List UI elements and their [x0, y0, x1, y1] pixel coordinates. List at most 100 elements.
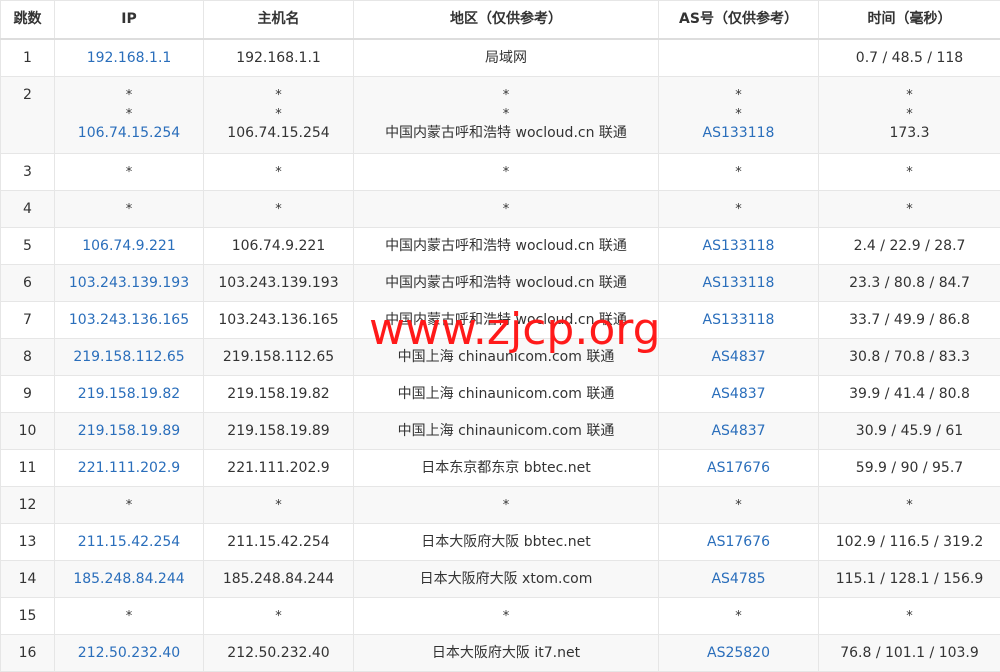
as-cell: AS133118	[659, 264, 819, 301]
time-text: *	[819, 163, 1000, 182]
time-cell: 76.8 / 101.1 / 103.9	[819, 634, 1000, 671]
region-cell: 日本大阪府大阪 xtom.com	[354, 560, 659, 597]
hostname-cell: 103.243.136.165	[204, 301, 354, 338]
hostname-cell: *	[204, 190, 354, 227]
region-text: *	[354, 496, 658, 515]
ip-cell: *	[55, 486, 204, 523]
time-text: 2.4 / 22.9 / 28.7	[819, 237, 1000, 256]
hop-cell: 2	[1, 76, 55, 153]
table-row: 13211.15.42.254211.15.42.254日本大阪府大阪 bbte…	[1, 523, 1000, 560]
hop-cell: 11	[1, 449, 55, 486]
region-cell: 中国内蒙古呼和浩特 wocloud.cn 联通	[354, 227, 659, 264]
table-row: 10219.158.19.89219.158.19.89中国上海 chinaun…	[1, 412, 1000, 449]
as-cell: *	[659, 190, 819, 227]
hop-cell: 12	[1, 486, 55, 523]
host-text: *	[204, 200, 353, 219]
time-text: 30.8 / 70.8 / 83.3	[819, 348, 1000, 367]
region-text: *	[354, 163, 658, 182]
as-link[interactable]: AS4785	[659, 570, 818, 589]
time-text: 115.1 / 128.1 / 156.9	[819, 570, 1000, 589]
as-link[interactable]: AS133118	[659, 274, 818, 293]
time-text: 39.9 / 41.4 / 80.8	[819, 385, 1000, 404]
as-link[interactable]: AS17676	[659, 533, 818, 552]
region-text: 日本大阪府大阪 bbtec.net	[354, 533, 658, 552]
ip-link[interactable]: 185.248.84.244	[55, 570, 203, 589]
header-ip: IP	[55, 1, 204, 40]
ip-link[interactable]: 106.74.9.221	[55, 237, 203, 256]
hostname-cell: 219.158.19.89	[204, 412, 354, 449]
as-cell: AS4837	[659, 338, 819, 375]
as-link[interactable]: AS133118	[659, 237, 818, 256]
as-text: *	[659, 105, 818, 124]
ip-link[interactable]: 221.111.202.9	[55, 459, 203, 478]
as-link[interactable]: AS4837	[659, 422, 818, 441]
time-cell: 30.9 / 45.9 / 61	[819, 412, 1000, 449]
time-text: *	[819, 200, 1000, 219]
ip-link[interactable]: 103.243.139.193	[55, 274, 203, 293]
region-cell: *	[354, 597, 659, 634]
table-row: 6103.243.139.193103.243.139.193中国内蒙古呼和浩特…	[1, 264, 1000, 301]
table-header-row: 跳数 IP 主机名 地区（仅供参考） AS号（仅供参考） 时间（毫秒）	[1, 1, 1000, 40]
table-row: 7103.243.136.165103.243.136.165中国内蒙古呼和浩特…	[1, 301, 1000, 338]
as-cell: AS133118	[659, 301, 819, 338]
time-text: 59.9 / 90 / 95.7	[819, 459, 1000, 478]
ip-link[interactable]: 106.74.15.254	[55, 124, 203, 143]
ip-cell: 185.248.84.244	[55, 560, 204, 597]
region-text: 日本东京都东京 bbtec.net	[354, 459, 658, 478]
ip-text: *	[55, 496, 203, 515]
time-cell: 30.8 / 70.8 / 83.3	[819, 338, 1000, 375]
ip-cell: 103.243.139.193	[55, 264, 204, 301]
as-link[interactable]: AS133118	[659, 124, 818, 143]
as-text: *	[659, 607, 818, 626]
time-cell: **173.3	[819, 76, 1000, 153]
hop-cell: 14	[1, 560, 55, 597]
hostname-cell: 106.74.9.221	[204, 227, 354, 264]
region-text: *	[354, 607, 658, 626]
time-text: *	[819, 105, 1000, 124]
ip-cell: 106.74.9.221	[55, 227, 204, 264]
as-cell: AS17676	[659, 523, 819, 560]
header-as: AS号（仅供参考）	[659, 1, 819, 40]
table-row: 2**106.74.15.254**106.74.15.254**中国内蒙古呼和…	[1, 76, 1000, 153]
ip-cell: 219.158.19.82	[55, 375, 204, 412]
ip-link[interactable]: 219.158.19.89	[55, 422, 203, 441]
ip-cell: 211.15.42.254	[55, 523, 204, 560]
region-text: *	[354, 86, 658, 105]
table-row: 16212.50.232.40212.50.232.40日本大阪府大阪 it7.…	[1, 634, 1000, 671]
header-time: 时间（毫秒）	[819, 1, 1000, 40]
as-link[interactable]: AS17676	[659, 459, 818, 478]
as-link[interactable]: AS4837	[659, 348, 818, 367]
hop-cell: 9	[1, 375, 55, 412]
table-row: 4*****	[1, 190, 1000, 227]
ip-cell: 103.243.136.165	[55, 301, 204, 338]
time-cell: 115.1 / 128.1 / 156.9	[819, 560, 1000, 597]
as-cell: *	[659, 597, 819, 634]
ip-link[interactable]: 211.15.42.254	[55, 533, 203, 552]
time-cell: 39.9 / 41.4 / 80.8	[819, 375, 1000, 412]
region-cell: 中国内蒙古呼和浩特 wocloud.cn 联通	[354, 264, 659, 301]
ip-link[interactable]: 103.243.136.165	[55, 311, 203, 330]
as-cell: AS4785	[659, 560, 819, 597]
as-cell	[659, 39, 819, 76]
ip-link[interactable]: 219.158.112.65	[55, 348, 203, 367]
as-link[interactable]: AS4837	[659, 385, 818, 404]
time-cell: 102.9 / 116.5 / 319.2	[819, 523, 1000, 560]
hostname-cell: *	[204, 153, 354, 190]
as-link[interactable]: AS133118	[659, 311, 818, 330]
region-text: 中国内蒙古呼和浩特 wocloud.cn 联通	[354, 274, 658, 293]
host-text: 219.158.19.89	[204, 422, 353, 441]
as-cell: AS4837	[659, 375, 819, 412]
ip-link[interactable]: 219.158.19.82	[55, 385, 203, 404]
time-text: 0.7 / 48.5 / 118	[819, 49, 1000, 68]
hop-cell: 5	[1, 227, 55, 264]
host-text: *	[204, 496, 353, 515]
ip-link[interactable]: 212.50.232.40	[55, 644, 203, 663]
ip-cell: 219.158.19.89	[55, 412, 204, 449]
ip-link[interactable]: 192.168.1.1	[55, 49, 203, 68]
host-text: 192.168.1.1	[204, 49, 353, 68]
as-cell: *	[659, 153, 819, 190]
traceroute-table: 跳数 IP 主机名 地区（仅供参考） AS号（仅供参考） 时间（毫秒） 1192…	[0, 0, 1000, 672]
hop-cell: 13	[1, 523, 55, 560]
as-link[interactable]: AS25820	[659, 644, 818, 663]
as-cell: AS17676	[659, 449, 819, 486]
